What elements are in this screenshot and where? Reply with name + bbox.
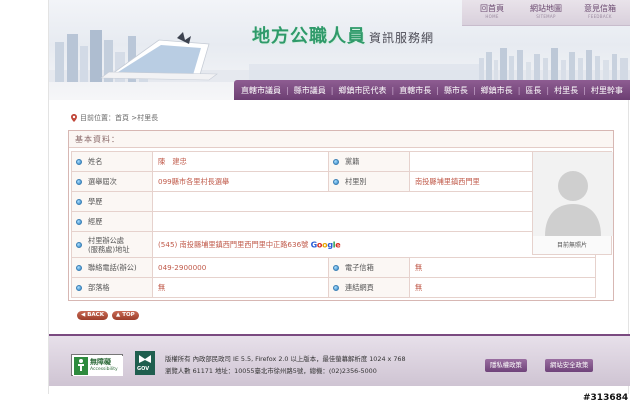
bullet-icon bbox=[76, 284, 82, 291]
bullet-icon bbox=[76, 264, 82, 271]
phone-value: 049-2900000 bbox=[152, 257, 329, 278]
table-row: 姓名 陳 建忠 黨籍 bbox=[71, 151, 596, 172]
bullet-icon bbox=[333, 264, 339, 271]
breadcrumb: 目前位置：首頁 >村里長 bbox=[71, 113, 158, 123]
bullet-icon bbox=[76, 198, 82, 205]
experience-value bbox=[152, 211, 596, 232]
nav-item-village-chief[interactable]: 村里長 bbox=[553, 85, 579, 96]
top-button[interactable]: ▲ TOP bbox=[111, 311, 139, 320]
feedback-link-label: 意見信箱 bbox=[584, 4, 616, 13]
google-map-link[interactable]: Google bbox=[311, 240, 341, 249]
basic-info-panel: 基本資料： 姓名 陳 建忠 黨籍 選舉屆次 099縣市各里村長選舉 村里別 南投… bbox=[68, 130, 614, 301]
breadcrumb-text: 目前位置：首頁 >村里長 bbox=[80, 114, 159, 122]
election-value: 099縣市各里村長選舉 bbox=[152, 171, 329, 192]
nav-item-municipal-mayor[interactable]: 直轄市長 bbox=[398, 85, 432, 96]
bullet-icon bbox=[333, 158, 339, 165]
bullet-icon bbox=[76, 158, 82, 165]
nav-item-municipal-councilor[interactable]: 直轄市議員 bbox=[240, 85, 282, 96]
party-label: 黨籍 bbox=[345, 156, 360, 166]
office-address-value: (545) 南投縣埔里鎮西門里西門里中正路636號 bbox=[158, 239, 309, 249]
web-value: 無 bbox=[409, 277, 596, 298]
blog-label: 部落格 bbox=[88, 282, 110, 292]
nav-item-district-chief[interactable]: 區長 bbox=[524, 85, 542, 96]
office-label-line1: 村里辦公處 bbox=[88, 235, 124, 245]
page: 回首頁 HOME 網站地圖 SITEMAP 意見信箱 FEEDBACK 地方公職… bbox=[48, 0, 630, 394]
person-silhouette-icon bbox=[533, 152, 613, 236]
arrow-left-icon: ◀ bbox=[81, 312, 86, 318]
name-label: 姓名 bbox=[88, 156, 103, 166]
nav-item-county-mayor[interactable]: 縣市長 bbox=[443, 85, 469, 96]
bullet-icon bbox=[333, 178, 339, 185]
site-header: 回首頁 HOME 網站地圖 SITEMAP 意見信箱 FEEDBACK 地方公職… bbox=[49, 0, 630, 100]
phone-label: 聯絡電話(辦公) bbox=[88, 262, 137, 272]
table-row: 聯絡電話(辦公) 049-2900000 電子信箱 無 bbox=[71, 257, 596, 278]
bullet-icon bbox=[76, 178, 82, 185]
site-footer: 無障礙 Accessibility GOV 版權所有 內政部民政司 IE 5.5… bbox=[49, 334, 630, 386]
main-nav: 直轄市議員 | 縣市議員 | 鄉鎮市民代表 | 直轄市長 | 縣市長 | 鄉鎮市… bbox=[234, 80, 630, 100]
home-link-label: 回首頁 bbox=[480, 4, 504, 13]
site-title[interactable]: 地方公職人員 bbox=[252, 22, 366, 48]
blog-value: 無 bbox=[152, 277, 329, 298]
footer-copyright: 版權所有 內政部民政司 IE 5.5, Firefox 2.0 以上版本，最佳螢… bbox=[165, 355, 406, 363]
nav-item-township-mayor[interactable]: 鄉鎮市長 bbox=[480, 85, 514, 96]
village-label: 村里別 bbox=[345, 176, 367, 186]
back-button[interactable]: ◀ BACK bbox=[77, 311, 108, 320]
nav-item-village-officer[interactable]: 村里幹事 bbox=[590, 85, 624, 96]
page-nav-buttons: ◀ BACK ▲ TOP bbox=[77, 311, 139, 320]
accessibility-sublabel: Accessibility bbox=[90, 367, 118, 372]
education-label: 學歷 bbox=[88, 196, 103, 206]
experience-label: 經歷 bbox=[88, 216, 103, 226]
accessibility-label: 無障礙 bbox=[90, 358, 111, 366]
basic-info-table: 姓名 陳 建忠 黨籍 選舉屆次 099縣市各里村長選舉 村里別 南投縣埔里鎮西門… bbox=[71, 151, 596, 298]
sitemap-link[interactable]: 網站地圖 SITEMAP bbox=[524, 3, 568, 19]
nav-item-county-councilor[interactable]: 縣市議員 bbox=[293, 85, 327, 96]
table-row: 選舉屆次 099縣市各里村長選舉 村里別 南投縣埔里鎮西門里 bbox=[71, 171, 596, 192]
table-row: 村里辦公處 (服務處)地址 (545) 南投縣埔里鎮西門里西門里中正路636號 G… bbox=[71, 231, 596, 258]
security-policy-button[interactable]: 網站安全政策 bbox=[545, 359, 594, 372]
header-quicklinks: 回首頁 HOME 網站地圖 SITEMAP 意見信箱 FEEDBACK bbox=[462, 0, 630, 26]
home-link-sub: HOME bbox=[485, 14, 499, 19]
photo-caption: 目前無照片 bbox=[556, 242, 587, 249]
image-id-stamp: #313684 bbox=[583, 393, 629, 403]
nav-item-township-representative[interactable]: 鄉鎮市民代表 bbox=[337, 85, 387, 96]
table-row: 經歷 bbox=[71, 211, 596, 232]
location-pin-icon bbox=[71, 114, 77, 122]
footer-contact: 瀏覽人數 61171 地址：10055臺北市徐州路5號，總機：(02)2356-… bbox=[165, 367, 377, 375]
table-row: 學歷 bbox=[71, 191, 596, 212]
web-label: 連結網頁 bbox=[345, 282, 374, 292]
table-row: 部落格 無 連結網頁 無 bbox=[71, 277, 596, 298]
feedback-link-sub: FEEDBACK bbox=[588, 14, 612, 19]
education-value bbox=[152, 191, 596, 212]
arrow-up-icon: ▲ bbox=[115, 312, 121, 318]
office-label-line2: (服務處)地址 bbox=[88, 244, 130, 254]
feedback-link[interactable]: 意見信箱 FEEDBACK bbox=[578, 3, 622, 19]
bullet-icon bbox=[76, 218, 82, 225]
email-label: 電子信箱 bbox=[345, 262, 374, 272]
sitemap-link-sub: SITEMAP bbox=[536, 14, 556, 19]
photo-placeholder: 目前無照片 bbox=[532, 151, 613, 255]
basic-info-title: 基本資料： bbox=[69, 131, 613, 148]
home-link[interactable]: 回首頁 HOME bbox=[470, 3, 514, 19]
name-value: 陳 建忠 bbox=[152, 151, 329, 172]
gov-label: GOV bbox=[137, 366, 150, 372]
bullet-icon bbox=[76, 241, 82, 248]
bullet-icon bbox=[333, 284, 339, 291]
site-subtitle: 資訊服務網 bbox=[369, 31, 435, 45]
election-label: 選舉屆次 bbox=[88, 176, 117, 186]
accessibility-badge[interactable]: 無障礙 Accessibility bbox=[71, 354, 123, 376]
sitemap-link-label: 網站地圖 bbox=[530, 4, 562, 13]
privacy-policy-button[interactable]: 隱私權政策 bbox=[485, 359, 527, 372]
email-value: 無 bbox=[409, 257, 596, 278]
gov-logo-icon[interactable]: GOV bbox=[135, 351, 155, 375]
